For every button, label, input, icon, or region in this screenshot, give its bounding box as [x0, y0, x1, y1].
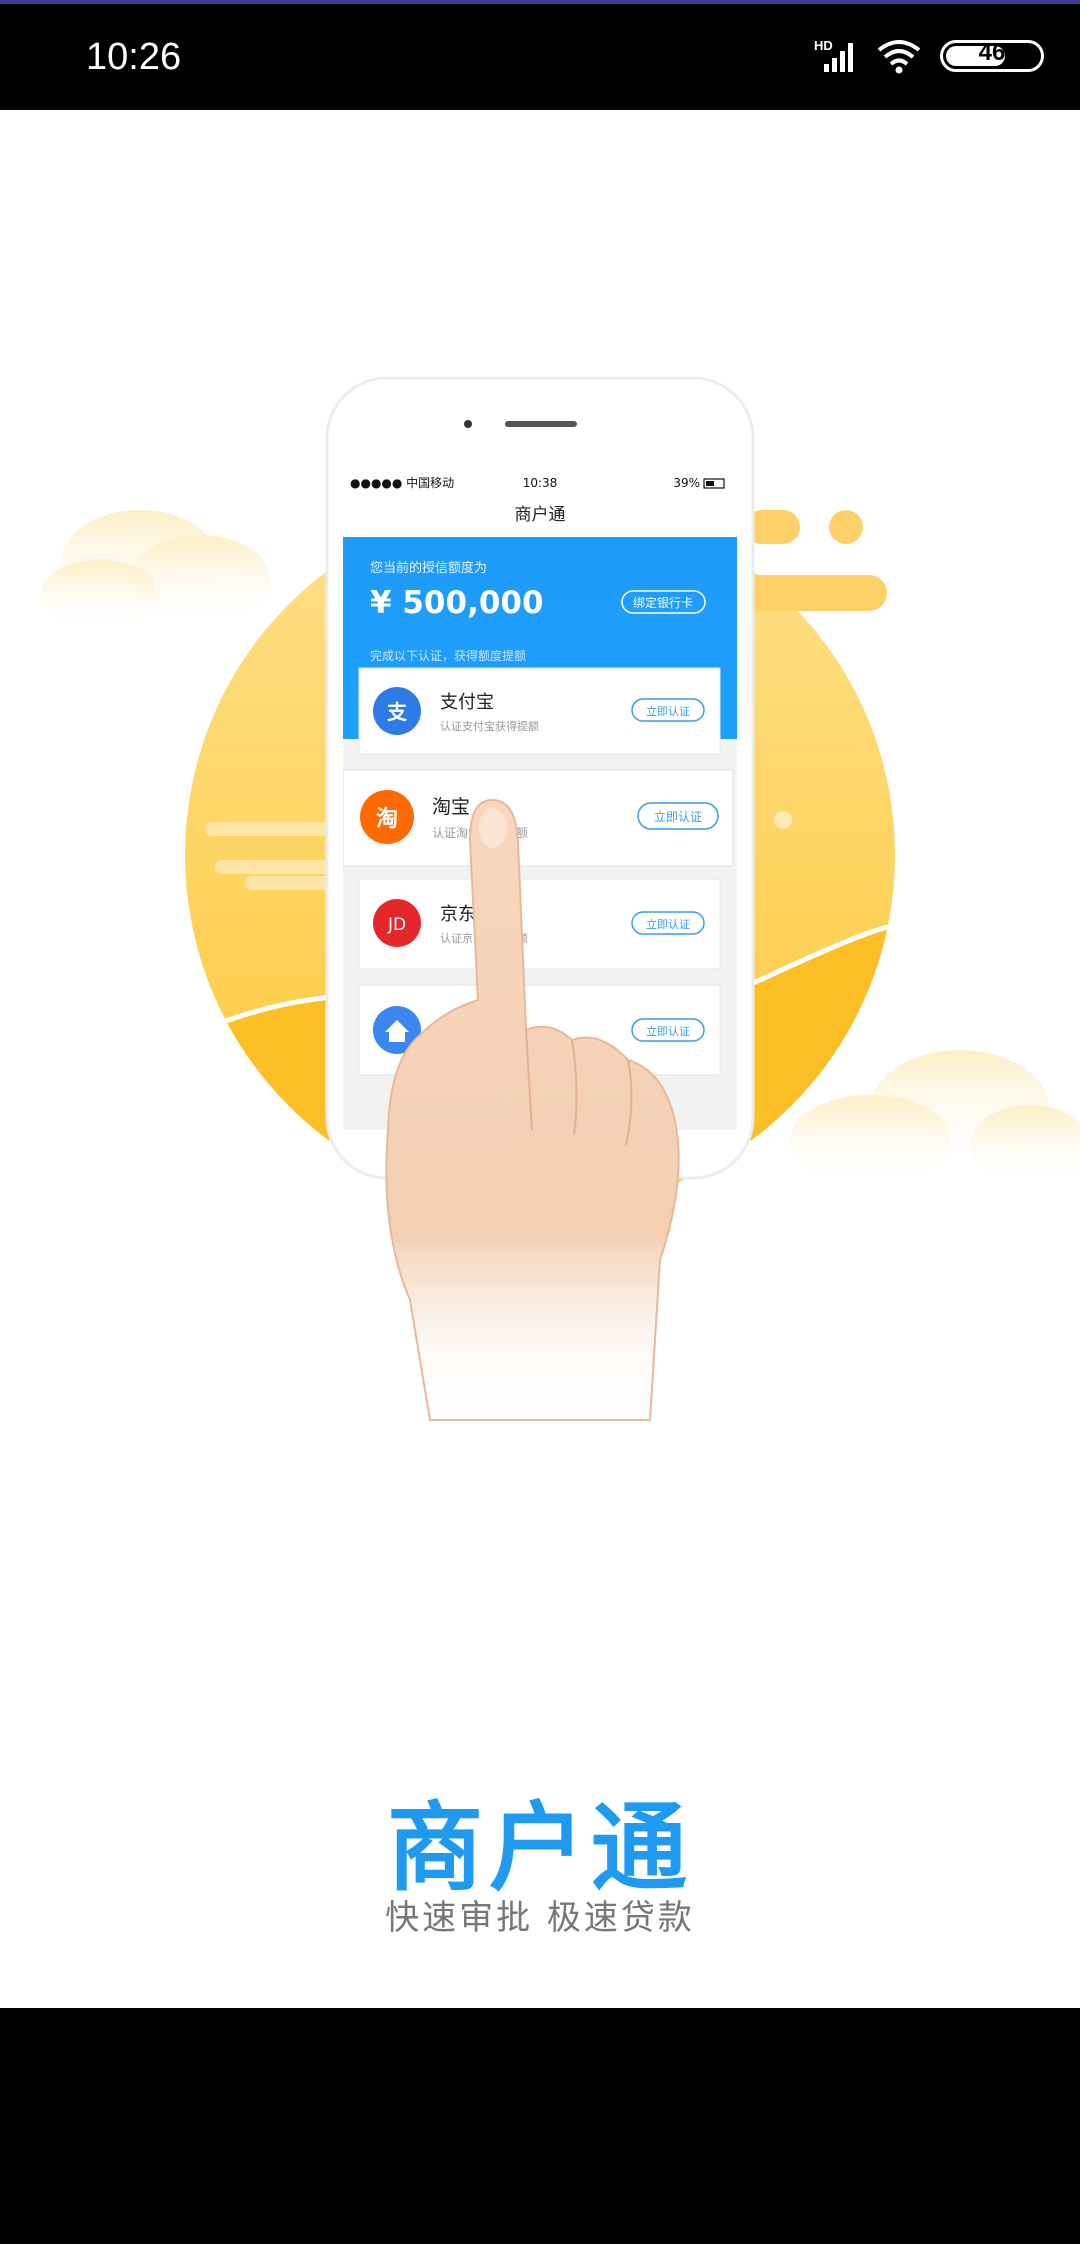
system-navigation-bar [0, 2008, 1080, 2244]
cloud-left [40, 510, 270, 630]
mock-item-title: 支付宝 [440, 692, 494, 713]
status-bar-accent-line [0, 0, 1080, 4]
mock-app-title: 商户通 [515, 505, 566, 525]
signal-icon: HD [814, 38, 853, 72]
mock-item-action: 立即认证 [646, 704, 690, 718]
mock-item-title: 淘宝 [432, 796, 470, 818]
mock-item-taobao: 淘 淘宝 认证淘宝获得提额 立即认证 [343, 769, 734, 867]
mock-item-action: 立即认证 [646, 917, 690, 931]
status-bar: 10:26 HD 46 [0, 0, 1080, 110]
mock-item-title: 京东 [440, 904, 476, 925]
battery-icon: 46 [940, 39, 1044, 72]
mock-item-desc: 认证支付宝获得提额 [440, 719, 539, 733]
battery-level: 46 [978, 39, 1006, 66]
brand-subtitle: 快速审批 极速贷款 [385, 1898, 695, 1938]
brand-title: 商户通 [387, 1792, 693, 1904]
mock-item-icon: 支 [387, 700, 408, 724]
cloud-right [790, 1050, 1080, 1185]
status-icons: HD 46 [814, 38, 1044, 74]
mock-time: 10:38 [523, 476, 558, 490]
mock-carrier: ●●●●● 中国移动 [350, 475, 454, 490]
mock-credit-amount: ¥ 500,000 [370, 585, 544, 621]
wifi-icon [877, 40, 921, 74]
mock-item-action: 立即认证 [646, 1024, 690, 1038]
status-time: 10:26 [86, 36, 182, 78]
mock-bind-card-button: 绑定银行卡 [633, 595, 693, 610]
mock-item-action: 立即认证 [654, 809, 702, 824]
mock-credit-label: 您当前的授信额度为 [370, 560, 487, 576]
mock-item-alipay: 支 支付宝 认证支付宝获得提额 立即认证 [358, 667, 721, 755]
onboarding-illustration: ●●●●● 中国移动 10:38 39% 商户通 您当前的授信额度为 ¥ 500… [40, 376, 1080, 1421]
mock-item-icon: 淘 [376, 806, 398, 832]
decor-dashes [735, 510, 887, 611]
network-label: HD [814, 38, 833, 53]
mock-hint: 完成以下认证，获得额度提额 [370, 648, 526, 663]
mock-item-icon: JD [387, 915, 406, 935]
mock-battery: 39% [673, 476, 700, 490]
mock-item-jd: JD 京东 认证京东获得提额 立即认证 [358, 878, 721, 970]
